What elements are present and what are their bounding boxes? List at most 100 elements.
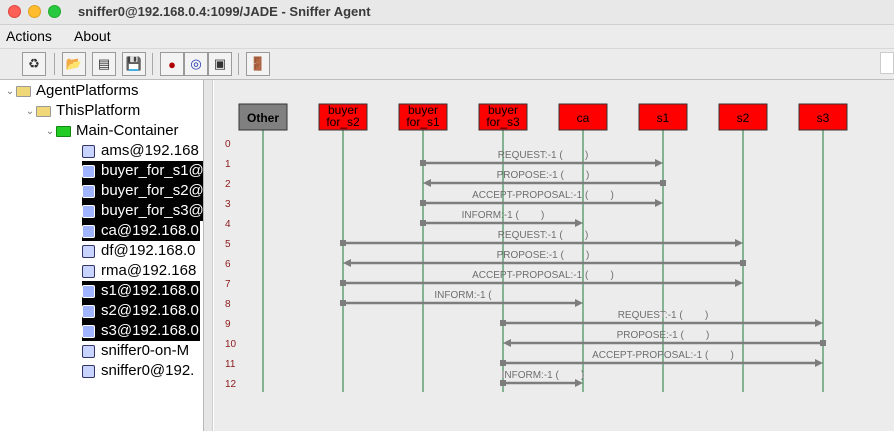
platform-folder-node[interactable]: ⌄ ThisPlatform	[24, 101, 141, 121]
agent-node[interactable]: rma@192.168	[82, 261, 197, 281]
message-label[interactable]: PROPOSE:-1 ( )	[617, 330, 710, 341]
arrow-tail	[500, 320, 506, 326]
agent-node[interactable]: sniffer0-on-M	[82, 341, 190, 361]
agent-node[interactable]: s2@192.168.0	[82, 301, 200, 321]
folder-icon	[16, 85, 31, 97]
agent-node[interactable]: buyer_for_s3@	[82, 201, 204, 221]
split-pane-divider[interactable]	[204, 80, 213, 431]
agent-icon	[82, 344, 95, 358]
chevron-down-icon[interactable]: ⌄	[4, 86, 16, 97]
message-label[interactable]: ACCEPT-PROPOSAL:-1 ( )	[592, 350, 734, 361]
row-number: 7	[225, 279, 231, 290]
agent-icon	[82, 164, 95, 178]
display-log-button[interactable]: ▤	[92, 52, 116, 76]
floppy-disk-icon: 💾	[125, 56, 143, 71]
message-label[interactable]: INFORM:-1 ( )	[462, 210, 545, 221]
row-number: 6	[225, 259, 231, 270]
agent-node[interactable]: df@192.168.0	[82, 241, 196, 261]
tree-node-label: AgentPlatforms	[36, 82, 139, 99]
tree-node-label: buyer_for_s3@	[101, 202, 204, 219]
message-label[interactable]: REQUEST:-1 ( )	[498, 230, 589, 241]
sniffer-canvas: Other buyer for_s2 buyer for_s1 buyer for_s3 ca…	[213, 80, 894, 431]
agent-node[interactable]: buyer_for_s1@	[82, 161, 203, 181]
arrow-tail	[340, 300, 346, 306]
tree-node-label: sniffer0@192.	[101, 362, 195, 379]
row-number: 3	[225, 199, 231, 210]
maximize-window-button[interactable]	[48, 5, 61, 18]
tree-node-label: s3@192.168.0	[101, 322, 199, 339]
chevron-down-icon[interactable]: ⌄	[24, 106, 36, 117]
arrow-head	[815, 319, 823, 327]
save-file-button[interactable]: 💾	[122, 52, 146, 76]
container-node[interactable]: ⌄ Main-Container	[44, 121, 180, 141]
record-icon: ●	[168, 56, 176, 72]
close-window-button[interactable]	[8, 5, 21, 18]
agent-icon	[82, 244, 95, 258]
open-file-button[interactable]: 📂	[62, 52, 86, 76]
sniff-off-button[interactable]: ◎	[184, 52, 208, 76]
row-number: 9	[225, 319, 231, 330]
agent-node[interactable]: s1@192.168.0	[82, 281, 200, 301]
agent-box-label: for_s3	[486, 115, 520, 129]
menu-actions[interactable]: Actions	[6, 28, 52, 44]
arrow-head	[575, 299, 583, 307]
chevron-down-icon[interactable]: ⌄	[44, 126, 56, 137]
agent-box-label: Other	[247, 111, 279, 125]
window-titlebar: sniffer0@192.168.0.4:1099/JADE - Sniffer…	[0, 0, 894, 25]
arrow-head	[655, 199, 663, 207]
message-label[interactable]: ACCEPT-PROPOSAL:-1 ( )	[472, 190, 614, 201]
tree-node-label: ThisPlatform	[56, 102, 141, 119]
message-label[interactable]: PROPOSE:-1 ( )	[497, 170, 590, 181]
message-label[interactable]: INFORM:-1 (	[434, 290, 492, 301]
row-number: 10	[225, 339, 237, 350]
tree-node-label: ca@192.168.0	[101, 222, 199, 239]
agent-node[interactable]: buyer_for_s2@	[82, 181, 204, 201]
arrow-head	[815, 359, 823, 367]
sniff-on-button[interactable]: ●	[160, 52, 184, 76]
row-number: 12	[225, 379, 237, 390]
toolbar: ♻ 📂 ▤ 💾 ● ◎ ▣ 🚪	[0, 48, 894, 80]
agent-box-label: ca	[577, 111, 590, 125]
menu-about[interactable]: About	[74, 28, 111, 44]
exit-button[interactable]: 🚪	[246, 52, 270, 76]
filter-button[interactable]: ▣	[208, 52, 232, 76]
folder-icon	[36, 105, 51, 117]
message-label[interactable]: ACCEPT-PROPOSAL:-1 ( )	[472, 270, 614, 281]
arrow-tail	[420, 200, 426, 206]
arrow-tail	[420, 160, 426, 166]
message-label[interactable]: PROPOSE:-1 ( )	[497, 250, 590, 261]
minimize-window-button[interactable]	[28, 5, 41, 18]
agent-tree[interactable]: ⌄ AgentPlatforms ⌄ ThisPlatform ⌄ Main-Contai…	[0, 80, 204, 431]
arrow-tail	[740, 260, 746, 266]
toolbar-separator	[54, 53, 55, 75]
agent-icon	[82, 284, 95, 298]
agent-node[interactable]: sniffer0@192.	[82, 361, 195, 381]
tree-node-label: s2@192.168.0	[101, 302, 199, 319]
agent-icon	[82, 324, 95, 338]
recycle-icon: ♻	[28, 56, 40, 71]
arrow-tail	[340, 280, 346, 286]
agent-node[interactable]: ams@192.168	[82, 141, 200, 161]
arrow-head	[343, 259, 351, 267]
arrow-tail	[420, 220, 426, 226]
arrow-tail	[820, 340, 826, 346]
tree-node-label: sniffer0-on-M	[101, 342, 190, 359]
agent-icon	[82, 264, 95, 278]
platform-folder-node[interactable]: ⌄ AgentPlatforms	[4, 81, 140, 101]
tree-node-label: buyer_for_s2@	[101, 182, 204, 199]
arrow-head	[735, 239, 743, 247]
agent-node[interactable]: ca@192.168.0	[82, 221, 200, 241]
agent-box-label: for_s2	[326, 115, 360, 129]
toolbar-separator	[238, 53, 239, 75]
clear-canvas-button[interactable]: ♻	[22, 52, 46, 76]
window-title: sniffer0@192.168.0.4:1099/JADE - Sniffer…	[78, 4, 371, 19]
message-label[interactable]: REQUEST:-1 ( )	[498, 150, 589, 161]
agent-node[interactable]: s3@192.168.0	[82, 321, 200, 341]
message-label[interactable]: REQUEST:-1 ( )	[618, 310, 709, 321]
row-number: 2	[225, 179, 231, 190]
row-number: 11	[225, 359, 236, 370]
arrow-head	[735, 279, 743, 287]
message-label[interactable]: INFORM:-1 ( )	[502, 370, 585, 381]
agent-box-label: s2	[737, 111, 750, 125]
toolbar-overflow-icon[interactable]	[880, 52, 894, 74]
